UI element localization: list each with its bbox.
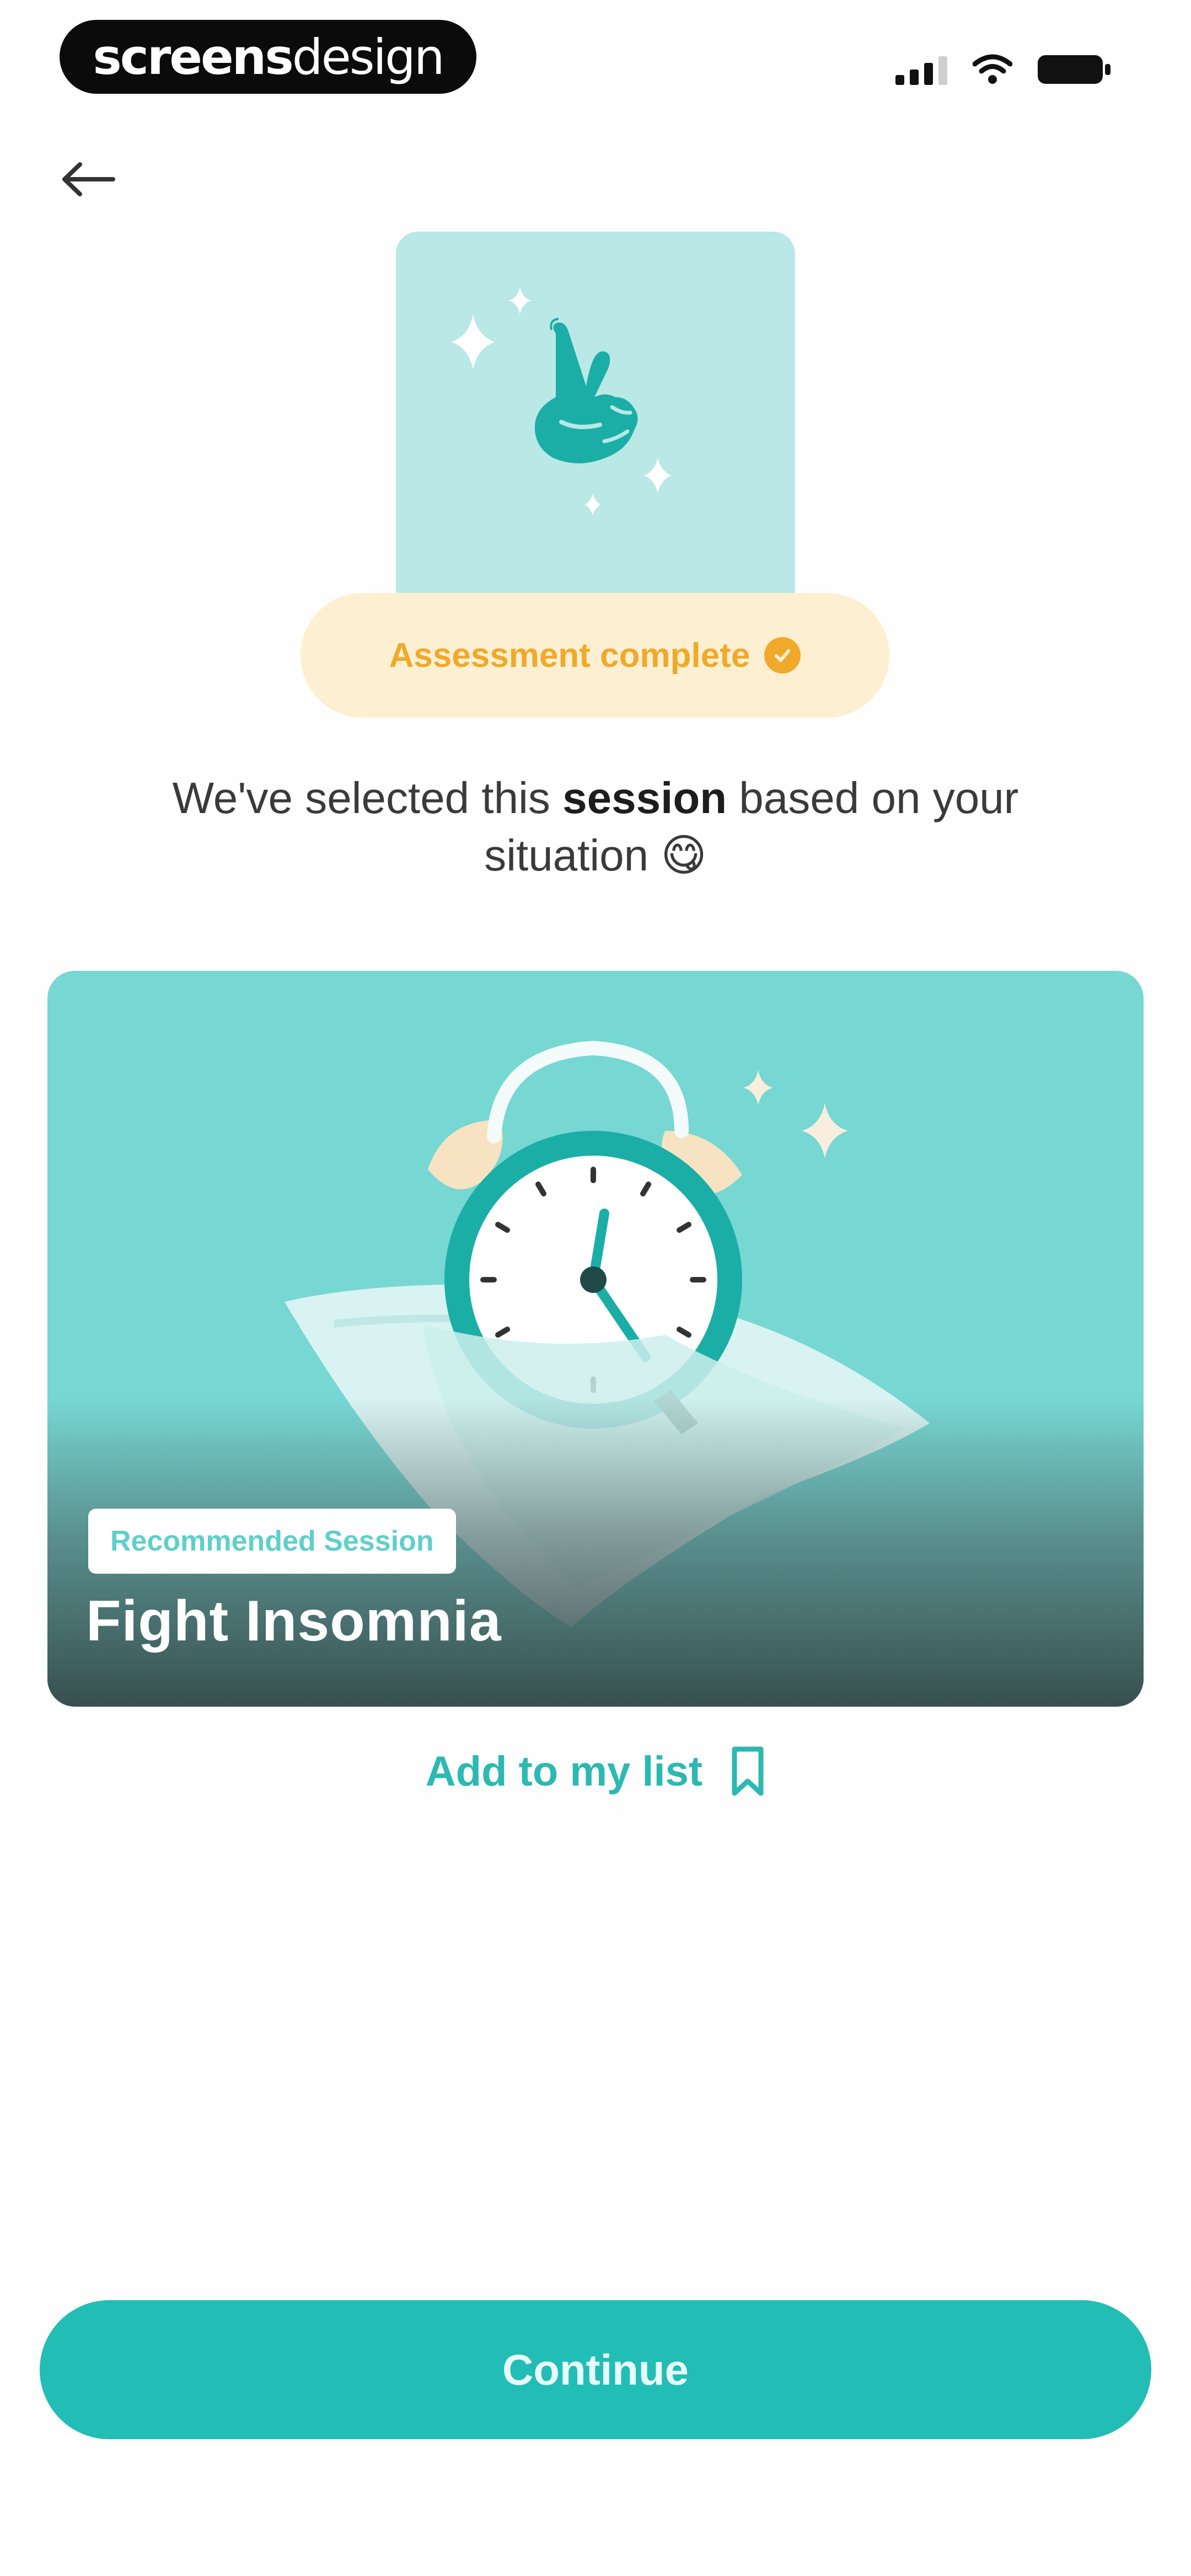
intro-text: We've selected this session based on you… xyxy=(88,769,1103,884)
back-button[interactable] xyxy=(55,154,121,204)
assessment-complete-badge: Assessment complete xyxy=(301,593,889,718)
recommended-session-tag: Recommended Session xyxy=(88,1509,456,1574)
intro-text-bold: session xyxy=(562,773,727,822)
continue-label: Continue xyxy=(502,2345,689,2394)
badge-label: Assessment complete xyxy=(389,636,750,675)
wifi-icon xyxy=(973,54,1012,84)
session-title: Fight Insomnia xyxy=(86,1589,502,1653)
bookmark-icon xyxy=(732,1746,764,1796)
add-to-list-label: Add to my list xyxy=(425,1747,703,1795)
continue-button[interactable]: Continue xyxy=(40,2300,1151,2439)
session-recommendation-screen: screens design Assessment complete We've… xyxy=(0,0,1191,2576)
arrow-left-icon xyxy=(62,162,115,196)
brand-logo: screens design xyxy=(60,20,476,94)
intro-text-before: We've selected this xyxy=(172,773,563,822)
brand-text-bold: screens xyxy=(93,28,293,85)
battery-icon xyxy=(1038,55,1110,84)
victory-hand-illustration xyxy=(396,232,795,596)
status-icons xyxy=(895,53,1114,86)
brand-text-light: design xyxy=(292,28,445,85)
add-to-my-list-link[interactable]: Add to my list xyxy=(0,1746,1191,1797)
yum-emoji-icon: 😋 xyxy=(661,831,707,880)
victory-hand-icon xyxy=(451,287,672,516)
check-circle-icon xyxy=(764,637,801,674)
cellular-signal-icon xyxy=(895,56,947,85)
